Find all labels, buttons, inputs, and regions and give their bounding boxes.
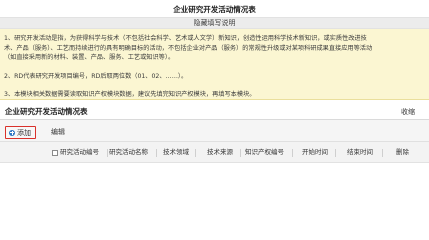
column-header-activity-name: 研究活动名称 (109, 148, 148, 156)
column-header-delete: 删除 (396, 148, 409, 156)
column-divider (292, 149, 293, 157)
add-icon (9, 129, 15, 136)
note-line: 2、RD代表研究开发项目编号，RD后取两位数（01、02、……）。 (4, 72, 188, 80)
note-spacer (4, 81, 425, 90)
note-line: 术、产品（服务）、工艺而持续进行的具有明确目标的活动，不包括企业对产品（服务）的… (4, 44, 373, 52)
add-button[interactable]: 添加 (5, 126, 36, 139)
column-header-start-time: 开始时间 (302, 148, 328, 156)
toolbar: 添加 编辑 (0, 120, 429, 142)
column-divider (382, 149, 383, 157)
page-title: 企业研究开发活动情况表 (173, 5, 256, 14)
note-line: 1、研究开发活动是指，为获得科学与技术（不包括社会科学、艺术或人文学）新知识，创… (4, 35, 367, 42)
note-line: 3、本模块相关数据需要读取知识产权模块数据，建议先填完知识产权模块，再填写本模块… (4, 91, 256, 98)
column-divider (240, 149, 241, 157)
column-divider (335, 149, 336, 157)
hide-instructions-toggle[interactable]: 隐藏填写说明 (0, 17, 429, 29)
column-header-tech-field: 技术领域 (163, 148, 189, 156)
select-all-checkbox[interactable] (52, 150, 58, 156)
note-spacer (4, 63, 425, 72)
edit-button[interactable]: 编辑 (51, 127, 65, 137)
column-header-tech-source: 技术来源 (207, 148, 233, 156)
column-divider (107, 149, 108, 157)
instructions-panel: 1、研究开发活动是指，为获得科学与技术（不包括社会科学、艺术或人文学）新知识，创… (0, 29, 429, 100)
table-body (0, 163, 429, 240)
section-title: 企业研究开发活动情况表 (5, 107, 88, 116)
column-header-activity-id: 研究活动编号 (60, 148, 99, 156)
add-button-label: 添加 (17, 128, 31, 137)
table-header: 研究活动编号 研究活动名称 技术领域 技术来源 知识产权编号 开始时间 结束时间… (0, 142, 429, 163)
column-divider (195, 149, 196, 157)
note-line: （如直接采用新的材料、装置、产品、服务、工艺或知识等）。 (4, 54, 175, 61)
column-header-ip-number: 知识产权编号 (245, 148, 284, 156)
column-divider (156, 149, 157, 157)
section-header: 企业研究开发活动情况表 收缩 (0, 104, 429, 120)
column-header-end-time: 结束时间 (347, 148, 373, 156)
collapse-link[interactable]: 收缩 (401, 107, 415, 117)
